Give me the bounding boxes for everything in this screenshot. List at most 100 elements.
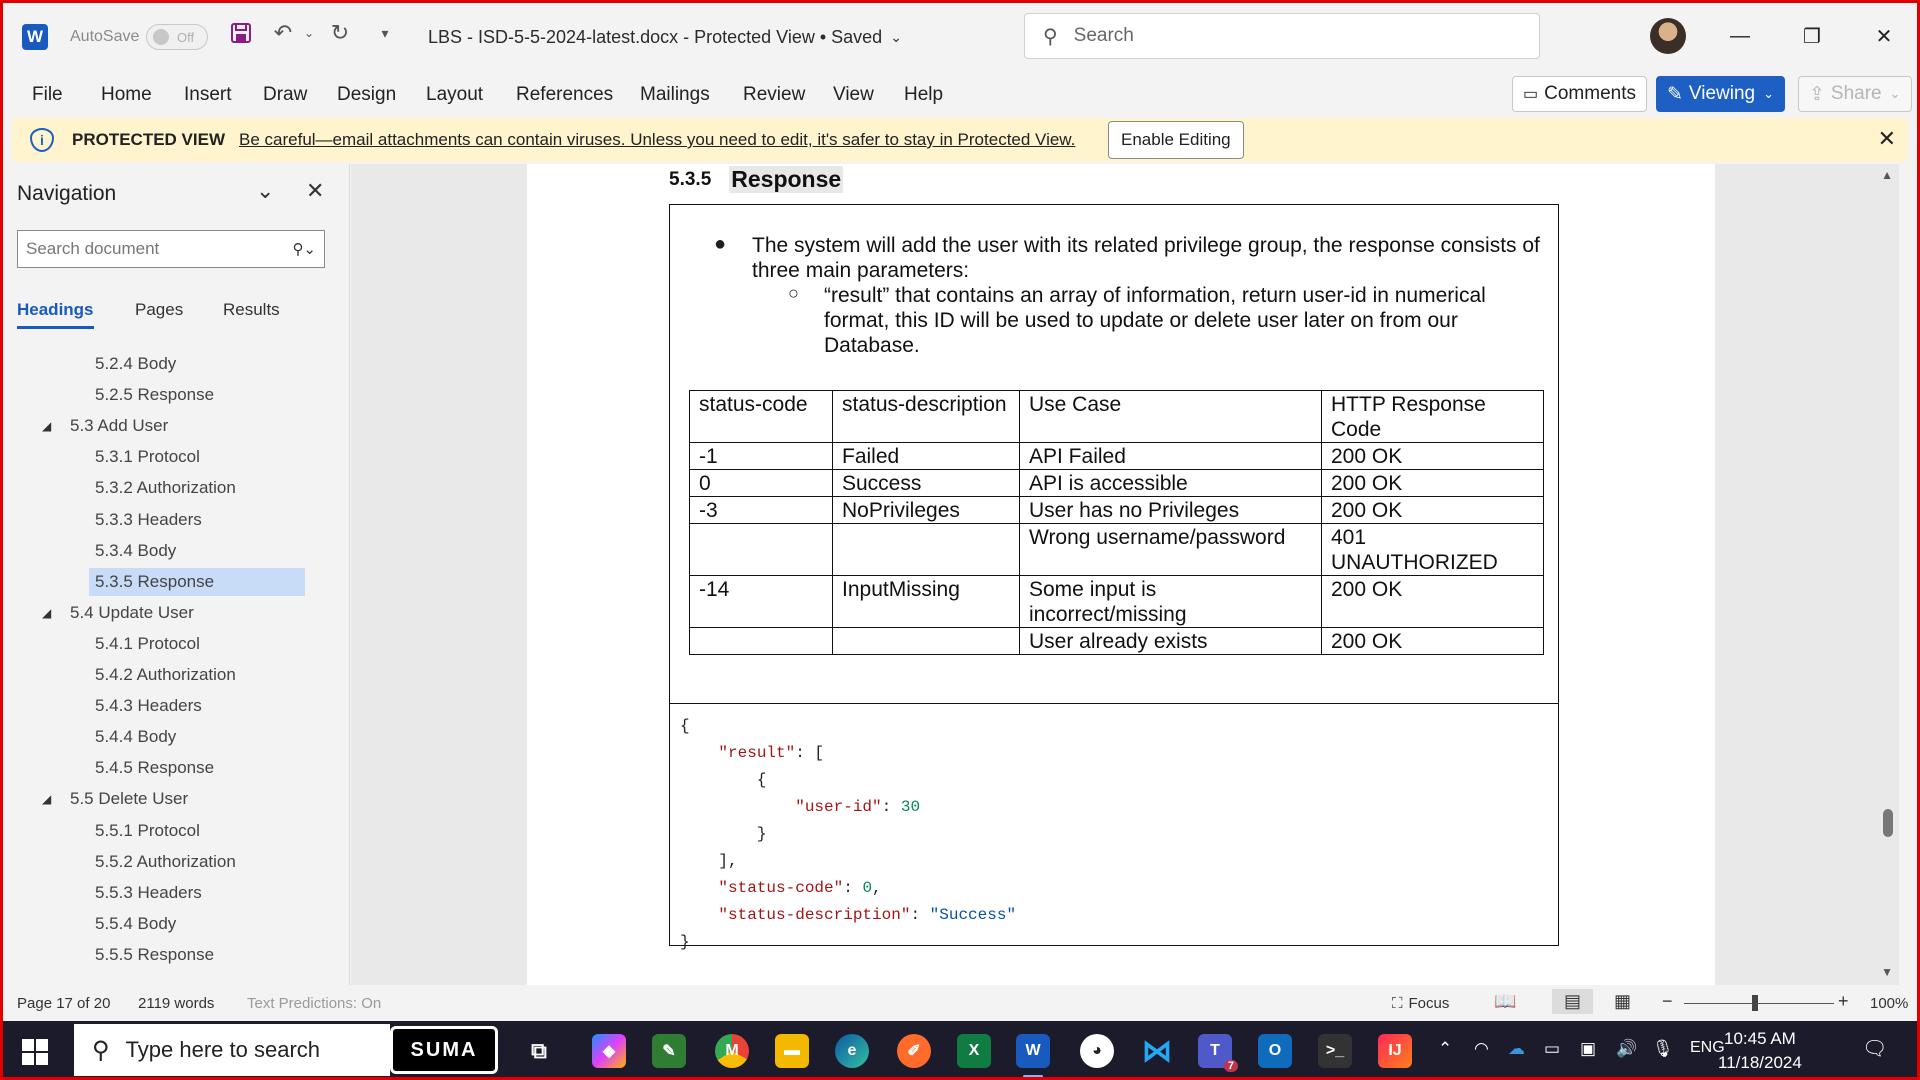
outlook-icon[interactable]: O xyxy=(1258,1034,1292,1068)
comments-button[interactable]: ▭ Comments xyxy=(1512,76,1647,112)
scroll-down-icon[interactable]: ▼ xyxy=(1881,965,1893,979)
share-button[interactable]: ⇪ Share ⌄ xyxy=(1798,76,1912,112)
tab-results[interactable]: Results xyxy=(223,300,280,320)
task-view-icon[interactable]: ⧉ xyxy=(522,1034,556,1068)
nav-heading-item[interactable]: 5.5.3 Headers xyxy=(89,879,305,907)
terminal-icon[interactable]: >_ xyxy=(1318,1034,1352,1068)
word-taskbar-icon[interactable]: W xyxy=(1016,1034,1050,1078)
save-icon[interactable] xyxy=(226,18,256,48)
nav-heading-item[interactable]: 5.4.1 Protocol xyxy=(89,630,305,658)
chrome-icon[interactable]: M xyxy=(715,1034,749,1068)
tab-mailings[interactable]: Mailings xyxy=(640,84,710,106)
tab-design[interactable]: Design xyxy=(337,84,396,106)
tab-layout[interactable]: Layout xyxy=(426,84,483,106)
nav-heading-item[interactable]: ◢ 5.4 Update User xyxy=(42,599,194,627)
focus-button[interactable]: ⛶ Focus xyxy=(1392,995,1449,1012)
tab-help[interactable]: Help xyxy=(904,84,943,106)
taskbar-search-input[interactable]: ⚲ Type here to search xyxy=(74,1024,390,1076)
zoom-in-icon[interactable]: + xyxy=(1838,991,1849,1012)
network-icon[interactable]: ◠ xyxy=(1474,1039,1489,1059)
read-mode-icon[interactable]: 📖 xyxy=(1494,991,1516,1012)
copilot-icon[interactable]: ◆ xyxy=(592,1034,626,1068)
intellij-icon[interactable]: IJ xyxy=(1378,1034,1412,1068)
close-icon[interactable]: ✕ xyxy=(306,178,324,204)
microphone-icon[interactable]: 🎙 xyxy=(1652,1039,1674,1059)
close-icon[interactable]: ✕ xyxy=(1878,126,1896,152)
nav-heading-item[interactable]: 5.5.5 Response xyxy=(89,941,305,969)
nav-heading-item[interactable]: 5.2.5 Response xyxy=(89,381,305,409)
collapse-triangle-icon[interactable]: ◢ xyxy=(42,419,51,433)
notepad-app-icon[interactable]: ✎ xyxy=(652,1034,686,1068)
nav-heading-item[interactable]: 5.4.2 Authorization xyxy=(89,661,305,689)
nav-heading-item[interactable]: ◢ 5.3 Add User xyxy=(42,412,168,440)
chevron-up-icon[interactable]: ⌃ xyxy=(1438,1039,1452,1059)
zoom-slider-thumb[interactable] xyxy=(1752,995,1758,1011)
close-icon[interactable]: ✕ xyxy=(1862,16,1906,56)
search-input[interactable]: ⚲ Search xyxy=(1024,13,1540,59)
battery-icon[interactable]: ▭ xyxy=(1544,1039,1560,1059)
redo-icon[interactable]: ↻ xyxy=(325,18,355,48)
tab-headings[interactable]: Headings xyxy=(17,300,94,329)
nav-heading-item[interactable]: 5.4.3 Headers xyxy=(89,692,305,720)
word-count[interactable]: 2119 words xyxy=(138,995,214,1012)
vscode-icon[interactable]: ⋈ xyxy=(1140,1034,1174,1068)
vertical-scrollbar-thumb[interactable] xyxy=(1883,809,1893,837)
excel-icon[interactable]: X xyxy=(957,1034,991,1068)
nav-heading-item[interactable]: 5.5.1 Protocol xyxy=(89,817,305,845)
onedrive-icon[interactable]: ☁ xyxy=(1508,1039,1525,1059)
suma-logo[interactable]: SUMA xyxy=(390,1026,498,1074)
tab-home[interactable]: Home xyxy=(101,84,152,106)
web-layout-icon[interactable]: ▦ xyxy=(1614,991,1631,1012)
zoom-level[interactable]: 100% xyxy=(1870,995,1908,1012)
tab-insert[interactable]: Insert xyxy=(184,84,232,106)
text-predictions[interactable]: Text Predictions: On xyxy=(247,995,381,1012)
search-document-input[interactable]: Search document ⚲⌄ xyxy=(17,230,325,268)
nav-heading-item[interactable]: 5.3.1 Protocol xyxy=(89,443,305,471)
nav-heading-item[interactable]: 5.5.4 Body xyxy=(89,910,305,938)
restore-icon[interactable]: ❐ xyxy=(1790,16,1834,56)
tab-view[interactable]: View xyxy=(833,84,874,106)
minimize-icon[interactable]: — xyxy=(1718,16,1762,56)
nav-heading-item[interactable]: 5.5.2 Authorization xyxy=(89,848,305,876)
tab-references[interactable]: References xyxy=(516,84,613,106)
tab-review[interactable]: Review xyxy=(743,84,805,106)
tab-draw[interactable]: Draw xyxy=(263,84,307,106)
customize-quick-access-icon[interactable]: ▾ xyxy=(370,18,400,48)
edge-icon[interactable]: e xyxy=(835,1034,869,1068)
protected-view-message[interactable]: Be careful—email attachments can contain… xyxy=(239,130,1075,150)
nav-heading-item[interactable]: 5.3.3 Headers xyxy=(89,506,305,534)
nav-heading-item[interactable]: 5.3.5 Response xyxy=(89,567,305,596)
windows-start-icon[interactable] xyxy=(22,1039,48,1065)
teams-icon[interactable]: T7 xyxy=(1198,1034,1238,1072)
undo-dropdown-icon[interactable]: ⌄ xyxy=(294,18,324,48)
nav-heading-item[interactable]: 5.3.4 Body xyxy=(89,537,305,565)
document-title[interactable]: LBS - ISD-5-5-2024-latest.docx - Protect… xyxy=(428,18,902,56)
zoom-slider[interactable] xyxy=(1684,1003,1834,1004)
print-layout-icon[interactable]: ▤ xyxy=(1552,989,1594,1014)
enable-editing-button[interactable]: Enable Editing xyxy=(1108,121,1244,159)
nav-heading-item[interactable]: 5.2.4 Body xyxy=(89,350,305,378)
puffin-app-icon[interactable]: ◕ xyxy=(1080,1034,1114,1068)
drawing-app-icon[interactable]: ✐ xyxy=(897,1034,931,1068)
zoom-out-icon[interactable]: − xyxy=(1662,991,1673,1012)
collapse-triangle-icon[interactable]: ◢ xyxy=(42,792,51,806)
meet-now-icon[interactable]: ▣ xyxy=(1580,1039,1596,1059)
volume-icon[interactable]: 🔊 xyxy=(1616,1039,1637,1059)
collapse-triangle-icon[interactable]: ◢ xyxy=(42,606,51,620)
tab-pages[interactable]: Pages xyxy=(135,300,183,320)
chevron-down-icon[interactable]: ⌄ xyxy=(256,178,274,204)
system-clock[interactable]: 10:45 AM 11/18/2024 xyxy=(1718,1027,1802,1075)
notifications-icon[interactable]: 🗨 xyxy=(1862,1036,1887,1061)
viewing-mode-button[interactable]: ✎ Viewing ⌄ xyxy=(1656,76,1786,112)
autosave-toggle[interactable]: Off xyxy=(146,24,208,50)
search-icon[interactable]: ⚲⌄ xyxy=(292,240,316,258)
file-explorer-icon[interactable]: ▬ xyxy=(775,1034,809,1068)
avatar[interactable] xyxy=(1650,18,1686,54)
nav-heading-item[interactable]: ◢ 5.5 Delete User xyxy=(42,785,188,813)
nav-heading-item[interactable]: 5.4.5 Response xyxy=(89,754,305,782)
nav-heading-item[interactable]: 5.3.2 Authorization xyxy=(89,474,305,502)
nav-heading-item[interactable]: 5.4.4 Body xyxy=(89,723,305,751)
page-count[interactable]: Page 17 of 20 xyxy=(17,995,110,1012)
scroll-up-icon[interactable]: ▲ xyxy=(1881,168,1893,182)
tab-file[interactable]: File xyxy=(32,84,63,106)
